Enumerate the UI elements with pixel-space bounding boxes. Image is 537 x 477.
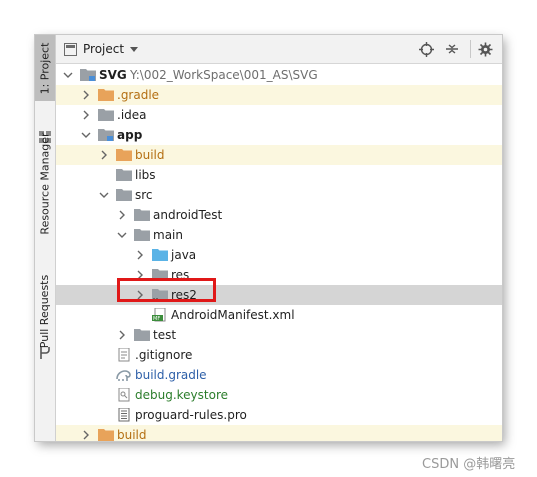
chevron-right-icon[interactable] xyxy=(117,210,127,220)
chevron-right-icon[interactable] xyxy=(117,330,127,340)
module-folder-icon xyxy=(98,129,114,141)
chevron-right-icon[interactable] xyxy=(135,270,145,280)
tree-item-label: build xyxy=(135,148,165,162)
tree-item-label: .gitignore xyxy=(135,348,193,362)
tree-row-test[interactable]: test xyxy=(56,325,502,345)
tree-row-res[interactable]: res xyxy=(56,265,502,285)
tab-project[interactable]: 1: Project xyxy=(35,35,55,101)
gradle-icon xyxy=(116,370,131,381)
text-file-icon xyxy=(118,408,130,422)
view-selector-label: Project xyxy=(83,42,125,56)
keystore-file-icon xyxy=(118,388,130,402)
crosshair-icon[interactable] xyxy=(417,40,435,58)
tree-item-label: proguard-rules.pro xyxy=(135,408,247,422)
gitignore-file-icon xyxy=(118,348,130,362)
tree-row-main[interactable]: main xyxy=(56,225,502,245)
project-toolbar: Project xyxy=(56,35,502,64)
chevron-right-icon[interactable] xyxy=(135,250,145,260)
manifest-file-icon: MF xyxy=(152,308,166,322)
tree-item-label: res xyxy=(171,268,190,282)
tree-row-manifest[interactable]: MF AndroidManifest.xml xyxy=(56,305,502,325)
tree-row-idea[interactable]: .idea xyxy=(56,105,502,125)
folder-icon xyxy=(98,109,114,121)
tree-row-debug-keystore[interactable]: debug.keystore xyxy=(56,385,502,405)
tree-row-gitignore[interactable]: .gitignore xyxy=(56,345,502,365)
tree-row-java[interactable]: java xyxy=(56,245,502,265)
source-folder-icon xyxy=(152,249,168,261)
tree-row-app-build[interactable]: build xyxy=(56,145,502,165)
tree-item-label: res2 xyxy=(171,288,197,302)
tree-item-label: libs xyxy=(135,168,156,182)
project-view-icon xyxy=(64,42,77,56)
tab-pull-requests[interactable]: Pull Requests xyxy=(35,269,55,353)
folder-icon xyxy=(134,329,150,341)
module-folder-icon xyxy=(80,69,96,81)
excluded-folder-icon xyxy=(98,429,114,441)
tree-row-build-gradle[interactable]: build.gradle xyxy=(56,365,502,385)
chevron-down-icon[interactable] xyxy=(63,70,73,80)
tree-item-label: test xyxy=(153,328,177,342)
resource-folder-icon xyxy=(152,269,168,281)
tree-item-label: androidTest xyxy=(153,208,223,222)
tree-row-androidtest[interactable]: androidTest xyxy=(56,205,502,225)
tree-item-label: .gradle xyxy=(117,88,160,102)
tree-item-label: debug.keystore xyxy=(135,388,229,402)
tree-row-src[interactable]: src xyxy=(56,185,502,205)
tree-item-label: build xyxy=(117,428,147,441)
tree-row-res2[interactable]: res2 xyxy=(56,285,502,305)
tab-pull-requests-label: Pull Requests xyxy=(38,274,52,348)
manifest-badge: MF xyxy=(153,316,160,322)
tree-item-label: AndroidManifest.xml xyxy=(171,308,295,322)
folder-icon xyxy=(116,189,132,201)
chevron-down-icon xyxy=(130,46,139,52)
tool-window-strip: 1: Project Resource Manager Pull Request… xyxy=(35,35,56,441)
tree-item-label: build.gradle xyxy=(135,368,207,382)
tree-row-root[interactable]: SVG Y:\002_WorkSpace\001_AS\SVG xyxy=(56,65,502,85)
tree-row-gradle[interactable]: .gradle xyxy=(56,85,502,105)
tree-item-label: main xyxy=(153,228,183,242)
resource-folder-icon xyxy=(152,289,168,301)
tree-row-root-build[interactable]: build xyxy=(56,425,502,441)
excluded-folder-icon xyxy=(116,149,132,161)
folder-icon xyxy=(134,229,150,241)
root-name: SVG xyxy=(99,68,127,82)
chevron-right-icon[interactable] xyxy=(99,150,109,160)
tab-project-label: 1: Project xyxy=(38,42,52,94)
collapse-all-icon[interactable] xyxy=(443,40,461,58)
chevron-down-icon[interactable] xyxy=(99,190,109,200)
tree-row-libs[interactable]: libs xyxy=(56,165,502,185)
toolbar-divider xyxy=(470,40,471,58)
tree-item-label: java xyxy=(171,248,197,262)
minimize-icon[interactable] xyxy=(498,40,502,58)
tree-item-label: src xyxy=(135,188,153,202)
tree-item-label: app xyxy=(117,128,143,142)
folder-icon xyxy=(134,209,150,221)
chevron-right-icon[interactable] xyxy=(135,290,145,300)
tree-item-label: .idea xyxy=(117,108,147,122)
project-tree: SVG Y:\002_WorkSpace\001_AS\SVG .gradle … xyxy=(56,65,502,441)
tree-row-proguard[interactable]: proguard-rules.pro xyxy=(56,405,502,425)
folder-icon xyxy=(116,169,132,181)
tree-row-app[interactable]: app xyxy=(56,125,502,145)
root-path: Y:\002_WorkSpace\001_AS\SVG xyxy=(130,68,318,82)
chevron-right-icon[interactable] xyxy=(81,430,91,440)
gear-icon[interactable] xyxy=(476,40,494,58)
chevron-right-icon[interactable] xyxy=(81,110,91,120)
chevron-down-icon[interactable] xyxy=(81,130,91,140)
view-selector[interactable]: Project xyxy=(64,40,139,58)
project-panel: Project SVG Y:\002_WorkSpace\001_AS\SVG … xyxy=(56,35,502,441)
project-tool-window: 1: Project Resource Manager Pull Request… xyxy=(35,35,502,441)
chevron-right-icon[interactable] xyxy=(81,90,91,100)
tab-resource-manager[interactable]: Resource Manager xyxy=(35,127,55,239)
tab-resource-manager-label: Resource Manager xyxy=(38,131,52,235)
excluded-folder-icon xyxy=(98,89,114,101)
pull-request-icon xyxy=(37,345,53,361)
chevron-down-icon[interactable] xyxy=(117,230,127,240)
watermark: CSDN @韩曙亮 xyxy=(422,457,516,472)
